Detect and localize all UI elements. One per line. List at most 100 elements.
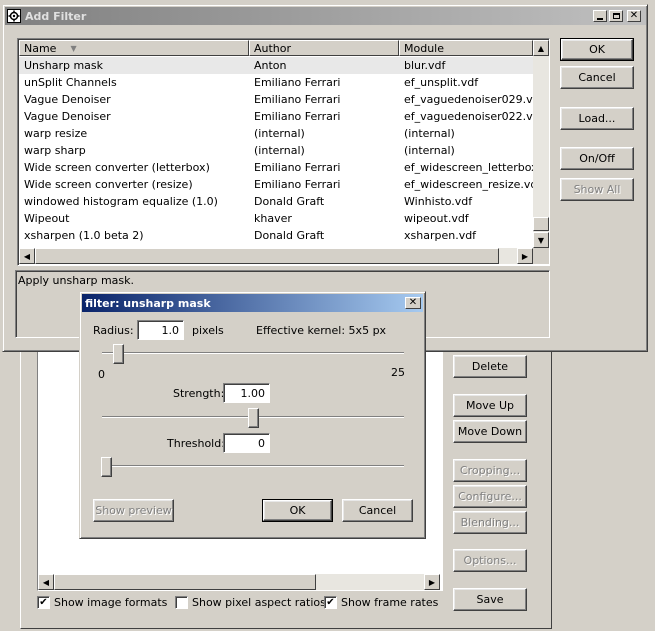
cell-module: ef_unsplit.vdf bbox=[404, 76, 479, 89]
filter-rows: Unsharp mask Anton blur.vdf unSplit Channel… bbox=[19, 57, 533, 248]
list-hscroll-thumb[interactable] bbox=[35, 248, 499, 264]
table-row[interactable]: Wide screen converter (letterbox) Emilian… bbox=[19, 159, 533, 176]
minimize-icon bbox=[597, 17, 603, 20]
save-button[interactable]: Save bbox=[453, 588, 527, 611]
radius-max-label: 25 bbox=[391, 366, 405, 379]
table-row[interactable]: unSplit Channels Emiliano Ferrari ef_unspl… bbox=[19, 74, 533, 91]
cell-author: Donald Graft bbox=[254, 229, 325, 242]
scroll-left-button[interactable]: ◀ bbox=[38, 574, 54, 590]
strength-input[interactable]: 1.00 bbox=[223, 383, 270, 403]
threshold-slider-thumb[interactable] bbox=[101, 457, 112, 477]
cancel-button[interactable]: Cancel bbox=[560, 66, 634, 89]
onoff-button[interactable]: On/Off bbox=[560, 147, 634, 170]
show-image-formats-label: Show image formats bbox=[54, 596, 168, 609]
show-frame-rates-label: Show frame rates bbox=[341, 596, 439, 609]
table-row[interactable]: Unsharp mask Anton blur.vdf bbox=[19, 57, 533, 74]
table-row[interactable]: Vague Denoiser Emiliano Ferrari ef_vaguede… bbox=[19, 108, 533, 125]
show-frame-rates-checkbox[interactable]: ✔ bbox=[324, 596, 337, 609]
scroll-up-button[interactable]: ▲ bbox=[533, 40, 549, 56]
maximize-button[interactable] bbox=[609, 10, 623, 22]
list-scroll-right-button[interactable]: ▶ bbox=[517, 248, 533, 264]
delete-button[interactable]: Delete bbox=[453, 355, 527, 378]
load-button[interactable]: Load... bbox=[560, 107, 634, 130]
cell-name: warp resize bbox=[24, 127, 88, 140]
radius-slider-thumb[interactable] bbox=[113, 344, 124, 364]
cell-module: ef_widescreen_letterbox.vdf bbox=[404, 161, 533, 174]
unsharp-close-button[interactable]: ✕ bbox=[405, 297, 421, 309]
unsharp-cancel-button[interactable]: Cancel bbox=[342, 499, 413, 522]
cell-name: unSplit Channels bbox=[24, 76, 117, 89]
cell-author: Emiliano Ferrari bbox=[254, 110, 341, 123]
cell-module: ef_widescreen_resize.vdf bbox=[404, 178, 533, 191]
cell-author: (internal) bbox=[254, 144, 305, 157]
radius-min-label: 0 bbox=[98, 368, 105, 381]
cell-name: Wipeout bbox=[24, 212, 70, 225]
show-pixel-aspect-ratios-label: Show pixel aspect ratios bbox=[192, 596, 326, 609]
table-row[interactable]: warp resize (internal) (internal) bbox=[19, 125, 533, 142]
cell-module: wipeout.vdf bbox=[404, 212, 469, 225]
table-row[interactable]: Wipeout khaver wipeout.vdf bbox=[19, 210, 533, 227]
scroll-down-button[interactable]: ▼ bbox=[533, 232, 549, 248]
cell-name: windowed histogram equalize (1.0) bbox=[24, 195, 218, 208]
scroll-corner bbox=[533, 248, 549, 264]
cell-module: Winhisto.vdf bbox=[404, 195, 473, 208]
scroll-right-button[interactable]: ▶ bbox=[424, 574, 440, 590]
cell-author: khaver bbox=[254, 212, 292, 225]
close-button[interactable]: ✕ bbox=[627, 10, 641, 22]
table-row[interactable]: Vague Denoiser Emiliano Ferrari ef_vaguede… bbox=[19, 91, 533, 108]
close-icon: ✕ bbox=[408, 297, 418, 308]
add-filter-titlebar[interactable]: Add Filter bbox=[5, 7, 646, 25]
cell-module: xsharpen.vdf bbox=[404, 229, 477, 242]
cell-author: (internal) bbox=[254, 127, 305, 140]
table-row[interactable]: xsharpen (1.0 beta 2) Donald Graft xsharpe… bbox=[19, 227, 533, 244]
minimize-button[interactable] bbox=[593, 10, 607, 22]
vscroll-thumb[interactable] bbox=[533, 217, 549, 231]
options-button[interactable]: Options... bbox=[453, 549, 527, 572]
cell-name: Wide screen converter (letterbox) bbox=[24, 161, 210, 174]
move-up-button[interactable]: Move Up bbox=[453, 394, 527, 417]
strength-label: Strength: bbox=[173, 387, 225, 400]
column-header-author[interactable]: Author bbox=[249, 40, 399, 56]
radius-input[interactable]: 1.0 bbox=[137, 320, 184, 340]
hscroll-thumb[interactable] bbox=[54, 574, 316, 590]
cell-module: blur.vdf bbox=[404, 59, 446, 72]
ok-button[interactable]: OK bbox=[560, 38, 634, 61]
cell-author: Emiliano Ferrari bbox=[254, 93, 341, 106]
radius-label: Radius: bbox=[93, 324, 134, 337]
show-pixel-aspect-ratios-checkbox[interactable] bbox=[175, 596, 188, 609]
show-image-formats-checkbox[interactable]: ✔ bbox=[37, 596, 50, 609]
blending-button[interactable]: Blending... bbox=[453, 511, 527, 534]
cell-author: Anton bbox=[254, 59, 287, 72]
cell-name: Vague Denoiser bbox=[24, 110, 111, 123]
show-preview-button[interactable]: Show preview bbox=[93, 499, 174, 522]
radius-slider-track[interactable] bbox=[102, 352, 404, 354]
unsharp-ok-button[interactable]: OK bbox=[262, 499, 333, 522]
cell-author: Emiliano Ferrari bbox=[254, 161, 341, 174]
cropping-button[interactable]: Cropping... bbox=[453, 459, 527, 482]
cell-name: Wide screen converter (resize) bbox=[24, 178, 193, 191]
configure-button[interactable]: Configure... bbox=[453, 485, 527, 508]
cell-module: (internal) bbox=[404, 127, 455, 140]
unsharp-title: filter: unsharp mask bbox=[85, 296, 211, 310]
cell-name: warp sharp bbox=[24, 144, 86, 157]
table-row[interactable]: Wide screen converter (resize) Emiliano F… bbox=[19, 176, 533, 193]
table-row[interactable]: warp sharp (internal) (internal) bbox=[19, 142, 533, 159]
threshold-slider-track[interactable] bbox=[102, 465, 404, 467]
kernel-info: Effective kernel: 5x5 px bbox=[256, 324, 387, 337]
add-filter-title: Add Filter bbox=[25, 9, 87, 23]
strength-slider-thumb[interactable] bbox=[248, 408, 259, 428]
table-row[interactable]: windowed histogram equalize (1.0) Donald … bbox=[19, 193, 533, 210]
threshold-label: Threshold: bbox=[167, 437, 225, 450]
maximize-icon bbox=[612, 13, 620, 19]
move-down-button[interactable]: Move Down bbox=[453, 420, 527, 443]
app-gear-icon bbox=[7, 9, 21, 23]
cell-author: Donald Graft bbox=[254, 195, 325, 208]
column-header-module[interactable]: Module bbox=[399, 40, 533, 56]
cell-module: ef_vaguedenoiser022.vdf bbox=[404, 110, 533, 123]
list-scroll-left-button[interactable]: ◀ bbox=[19, 248, 35, 264]
cell-author: Emiliano Ferrari bbox=[254, 178, 341, 191]
show-all-button[interactable]: Show All bbox=[560, 178, 634, 201]
column-header-name[interactable]: Name ▼ bbox=[19, 40, 249, 56]
unsharp-titlebar[interactable]: filter: unsharp mask bbox=[82, 294, 423, 312]
threshold-input[interactable]: 0 bbox=[223, 433, 270, 453]
